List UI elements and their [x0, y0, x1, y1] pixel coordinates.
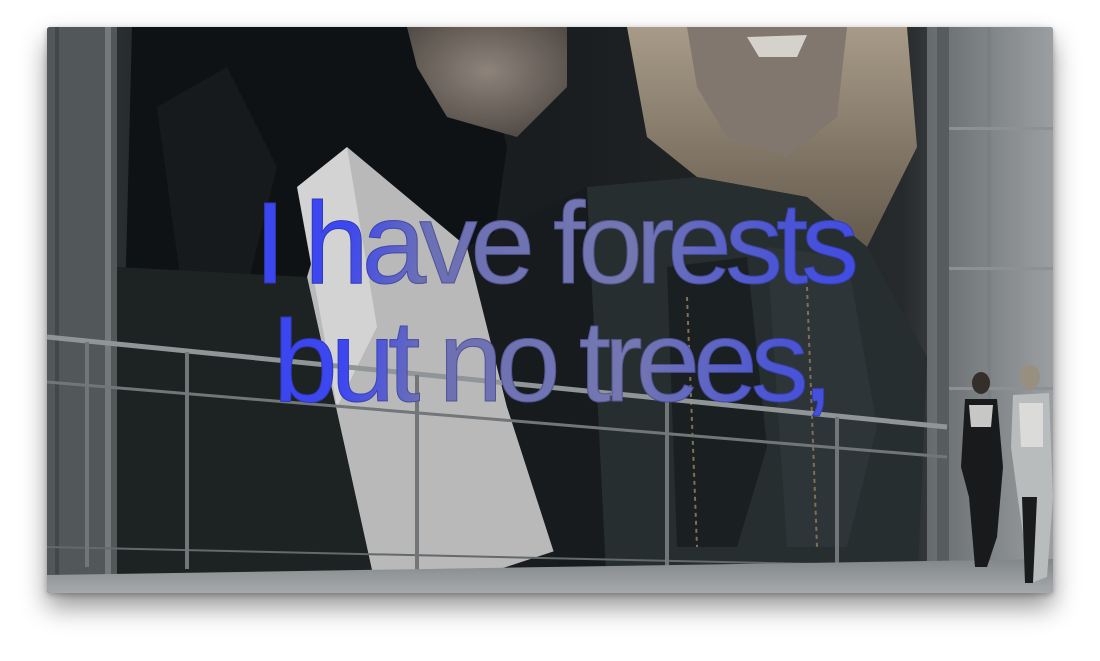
subtitle-line-2: but no trees, [47, 303, 1053, 420]
video-still: I have forests but no trees, [47, 27, 1053, 593]
subtitle-line-1: I have forests [47, 185, 1053, 302]
subtitle-caption: I have forests but no trees, [47, 185, 1053, 420]
video-frame-stage: I have forests but no trees, [0, 0, 1100, 661]
